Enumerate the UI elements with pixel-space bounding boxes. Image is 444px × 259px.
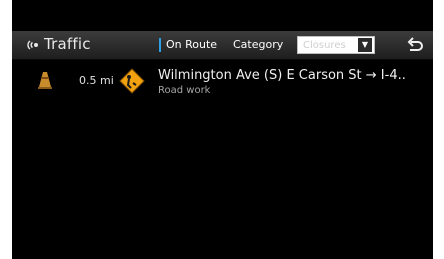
incident-row[interactable]: 0.5 mi Wilmington Ave (S) E Carson St → … <box>12 62 433 102</box>
chevron-down-icon: ▼ <box>358 38 372 52</box>
page-title: Traffic <box>44 35 91 53</box>
header-bar: Traffic On Route Category Closures ▼ <box>12 31 433 60</box>
incident-event: Road work <box>158 85 211 96</box>
on-route-filter[interactable]: On Route <box>159 36 217 54</box>
traffic-source-icon <box>27 40 38 50</box>
incident-distance: 0.5 mi <box>79 74 114 87</box>
incident-road: Wilmington Ave (S) E Carson St → I-4.. <box>158 68 406 83</box>
category-dropdown[interactable]: Closures ▼ <box>297 36 375 54</box>
category-dropdown-value: Closures <box>303 40 346 51</box>
warning-sign-icon <box>119 68 145 94</box>
category-label: Category <box>233 38 284 51</box>
traffic-cone-icon <box>38 72 52 89</box>
back-arrow-icon[interactable] <box>405 36 425 54</box>
navigation-screen: Traffic On Route Category Closures ▼ 0.5… <box>12 0 433 259</box>
